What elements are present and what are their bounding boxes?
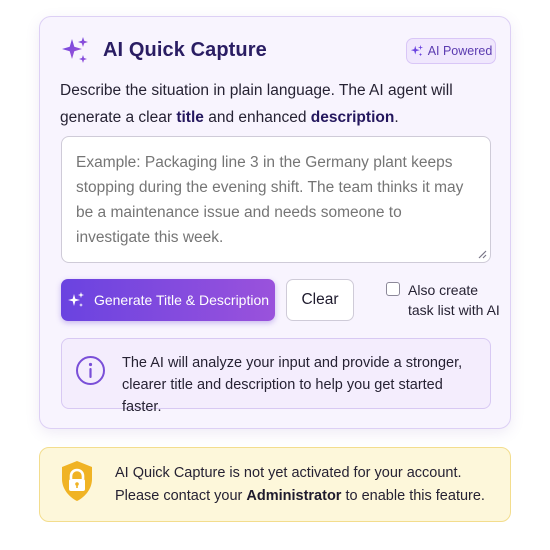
desc-title-word: title [176, 109, 204, 126]
notice-line-2-prefix: Please contact your [115, 488, 247, 504]
notice-line-1: AI Quick Capture is not yet activated fo… [115, 465, 462, 481]
info-circle-icon [76, 356, 105, 385]
task-list-checkbox[interactable] [386, 282, 400, 296]
notice-text: AI Quick Capture is not yet activated fo… [115, 462, 505, 508]
info-text: The AI will analyze your input and provi… [122, 355, 463, 415]
desc-description-word: description [310, 109, 395, 126]
sparkles-icon [62, 37, 88, 63]
info-box: The AI will analyze your input and provi… [61, 338, 491, 415]
resize-grip-icon[interactable] [477, 249, 487, 259]
sparkles-icon [410, 44, 423, 57]
shield-lock-icon [62, 461, 92, 501]
notice-line-2: Please contact your Administrator to ena… [115, 485, 505, 508]
task-list-checkbox-label[interactable]: Also create task list with AI [408, 280, 503, 320]
generate-button-label: Generate Title & Description [93, 292, 270, 308]
sparkles-icon [67, 292, 84, 307]
administrator-label: Administrator [246, 488, 342, 504]
ai-powered-badge: AI Powered [406, 38, 496, 64]
generate-button[interactable]: Generate Title & Description [61, 279, 275, 321]
notice-line-2-suffix: to enable this feature. [341, 488, 485, 504]
ai-quick-capture-card: AI Quick Capture AI Powered Describe the… [39, 16, 511, 429]
desc-suffix: . [394, 109, 399, 126]
card-title: AI Quick Capture [103, 39, 267, 61]
situation-input[interactable] [61, 136, 491, 263]
clear-button[interactable]: Clear [286, 279, 354, 321]
activation-notice: AI Quick Capture is not yet activated fo… [39, 447, 511, 522]
badge-label: AI Powered [427, 44, 493, 58]
desc-middle: and enhanced [203, 109, 311, 126]
capture-description: Describe the situation in plain language… [60, 77, 500, 131]
